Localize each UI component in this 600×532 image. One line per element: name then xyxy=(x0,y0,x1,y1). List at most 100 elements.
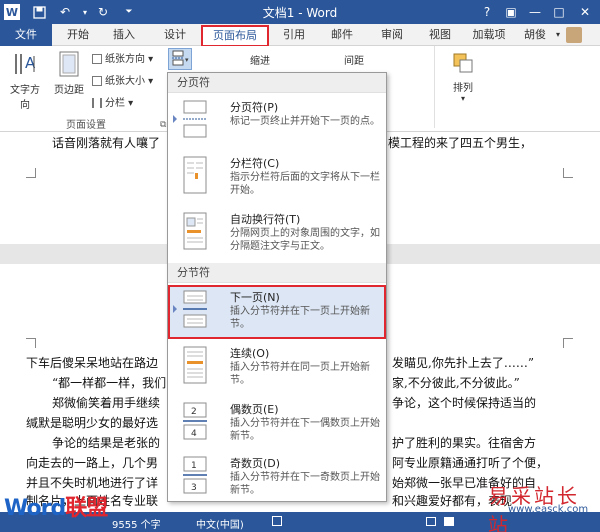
menu-item-desc: 标记一页终止并开始下一页的点。 xyxy=(230,116,380,127)
menu-item-desc: 插入分节符并在同一页上开始新节。 xyxy=(230,362,370,386)
doc-line: 争论的结果是老张的 xyxy=(52,436,161,450)
macro-icon[interactable] xyxy=(272,516,282,526)
section-header-section-breaks: 分节符 xyxy=(168,263,386,283)
tab-file[interactable]: 文件 xyxy=(0,24,52,46)
doc-line: 下车后傻呆呆地站在路边 xyxy=(26,356,159,370)
close-button[interactable]: ✕ xyxy=(574,2,596,22)
doc-line: 并且不失时机地进行了详 xyxy=(26,476,159,490)
continuous-section-icon xyxy=(183,346,207,384)
arrow-icon xyxy=(173,305,177,313)
doc-line: 郑微偷笑着用手继续 xyxy=(52,396,161,410)
page-corner-mark xyxy=(563,168,573,178)
doc-line: “都一样都一样，我们 xyxy=(52,376,167,390)
print-layout-icon[interactable] xyxy=(444,517,454,526)
margins-button[interactable]: 页边距 xyxy=(50,50,88,110)
help-button[interactable]: ? xyxy=(476,2,498,22)
spacing-label: 间距 xyxy=(344,56,364,67)
odd-page-section-icon: 1 3 xyxy=(183,456,207,494)
margins-icon xyxy=(59,51,79,77)
page-corner-mark xyxy=(26,168,36,178)
arrange-button[interactable]: 排列 ▾ xyxy=(444,50,482,110)
menu-item-desc: 插入分节符并在下一偶数页上开始新节。 xyxy=(230,418,380,442)
menu-item-text-wrapping-break[interactable]: 自动换行符(T) 分隔网页上的对象周围的文字，如分隔题注文字与正文。 xyxy=(168,207,386,261)
watermark-logo-left: Word联盟 xyxy=(4,496,108,521)
size-button[interactable]: 纸张大小 ▾ xyxy=(92,72,164,88)
svg-text:1: 1 xyxy=(191,461,197,471)
menu-item-page-break[interactable]: 分页符(P) 标记一页终止并开始下一页的点。 xyxy=(168,95,386,149)
menu-item-even-page[interactable]: 2 4 偶数页(E) 插入分节符并在下一偶数页上开始新节。 xyxy=(168,397,386,451)
menu-item-odd-page[interactable]: 1 3 奇数页(D) 插入分节符并在下一奇数页上开始新节。 xyxy=(168,451,386,505)
menu-item-title: 下一页(N) xyxy=(230,291,280,304)
language-status[interactable]: 中文(中国) xyxy=(196,516,244,531)
ribbon-display-button[interactable]: ▣ xyxy=(500,2,522,22)
tab-review[interactable]: 审阅 xyxy=(372,26,412,46)
read-mode-icon[interactable] xyxy=(426,517,436,526)
page-setup-launcher-icon[interactable]: ⧉ xyxy=(160,120,166,130)
doc-line: 缄默是聪明少女的最好选 xyxy=(26,416,159,430)
tab-design[interactable]: 设计 xyxy=(154,26,196,46)
menu-item-title: 分栏符(C) xyxy=(230,157,280,170)
menu-item-title: 自动换行符(T) xyxy=(230,213,301,226)
doc-line-top-right: 模工程的来了四五个男生， xyxy=(388,136,533,150)
doc-line: 护了胜利的果实。往宿舍方 xyxy=(392,436,537,450)
svg-text:▾: ▾ xyxy=(185,56,189,64)
avatar[interactable] xyxy=(566,27,582,43)
menu-item-desc: 指示分栏符后面的文字将从下一栏开始。 xyxy=(230,172,380,196)
arrange-label: 排列 xyxy=(453,83,473,94)
columns-label: 分栏 xyxy=(105,98,125,109)
tab-page-layout[interactable]: 页面布局 xyxy=(201,25,269,47)
columns-icon xyxy=(92,98,102,108)
minimize-button[interactable]: — xyxy=(524,2,546,22)
breaks-icon: ▾ xyxy=(172,50,189,66)
menu-item-title: 分页符(P) xyxy=(230,101,279,114)
tab-references[interactable]: 引用 xyxy=(274,26,314,46)
doc-line: 家,不分彼此,不分彼此。” xyxy=(392,376,520,390)
column-break-icon xyxy=(183,156,207,194)
arrange-icon xyxy=(453,53,473,73)
menu-item-desc: 插入分节符并在下一奇数页上开始新节。 xyxy=(230,472,380,496)
arrange-chevron-icon: ▾ xyxy=(460,94,465,103)
tab-view[interactable]: 视图 xyxy=(420,26,460,46)
ribbon-tabs: 文件 开始 插入 设计 页面布局 引用 邮件 审阅 视图 加载项 胡俊 ▾ xyxy=(0,24,600,47)
breaks-button[interactable]: ▾ xyxy=(168,48,192,70)
menu-item-next-page[interactable]: 下一页(N) 插入分节符并在下一页上开始新节。 xyxy=(168,285,386,339)
page-break-icon xyxy=(183,100,207,138)
svg-text:3: 3 xyxy=(191,483,197,493)
maximize-button[interactable]: □ xyxy=(548,2,570,22)
word-count[interactable]: 9555 个字 xyxy=(112,516,161,531)
tab-mailings[interactable]: 邮件 xyxy=(320,26,364,46)
margins-label: 页边距 xyxy=(54,85,84,96)
size-icon xyxy=(92,76,102,86)
arrow-icon xyxy=(173,115,177,123)
tab-addins[interactable]: 加载项 xyxy=(466,26,512,46)
text-wrapping-break-icon xyxy=(183,212,207,250)
text-direction-label: 文字方向 xyxy=(10,85,40,111)
doc-line: 向走去的一路上，几个男 xyxy=(26,456,159,470)
menu-item-desc: 插入分节符并在下一页上开始新节。 xyxy=(230,306,370,330)
text-direction-button[interactable]: A 文字方向 xyxy=(6,50,44,111)
user-name[interactable]: 胡俊 xyxy=(518,26,552,46)
tab-insert[interactable]: 插入 xyxy=(104,26,144,46)
svg-text:2: 2 xyxy=(191,407,197,417)
page-corner-mark xyxy=(563,338,573,348)
indent-label: 缩进 xyxy=(250,56,270,67)
menu-item-continuous[interactable]: 连续(O) 插入分节符并在同一页上开始新节。 xyxy=(168,341,386,395)
orientation-button[interactable]: 纸张方向 ▾ xyxy=(92,50,164,66)
page-corner-mark xyxy=(26,338,36,348)
tab-home[interactable]: 开始 xyxy=(58,26,98,46)
menu-item-title: 奇数页(D) xyxy=(230,457,281,470)
watermark-url: www.easck.com xyxy=(508,504,589,515)
next-page-section-icon xyxy=(183,290,207,328)
doc-line-top-left: 话音刚落就有人嚷了 xyxy=(52,136,161,150)
doc-line: 发瞄见,你先扑上去了……” xyxy=(392,356,534,370)
doc-line: 争论，这个时候保持适当的 xyxy=(392,396,537,410)
columns-button[interactable]: 分栏 ▾ xyxy=(92,94,164,110)
title-bar: W ↶ ▾ ↻ ⏷ 文档1 - Word ? ▣ — □ ✕ xyxy=(0,0,600,24)
user-menu-chevron-icon[interactable]: ▾ xyxy=(552,26,564,46)
doc-line: 阿专业原籍通通打听了个便， xyxy=(392,456,549,470)
ribbon-divider xyxy=(434,46,435,128)
menu-item-column-break[interactable]: 分栏符(C) 指示分栏符后面的文字将从下一栏开始。 xyxy=(168,151,386,205)
svg-text:4: 4 xyxy=(191,429,197,439)
menu-item-title: 连续(O) xyxy=(230,347,270,360)
even-page-section-icon: 2 4 xyxy=(183,402,207,440)
